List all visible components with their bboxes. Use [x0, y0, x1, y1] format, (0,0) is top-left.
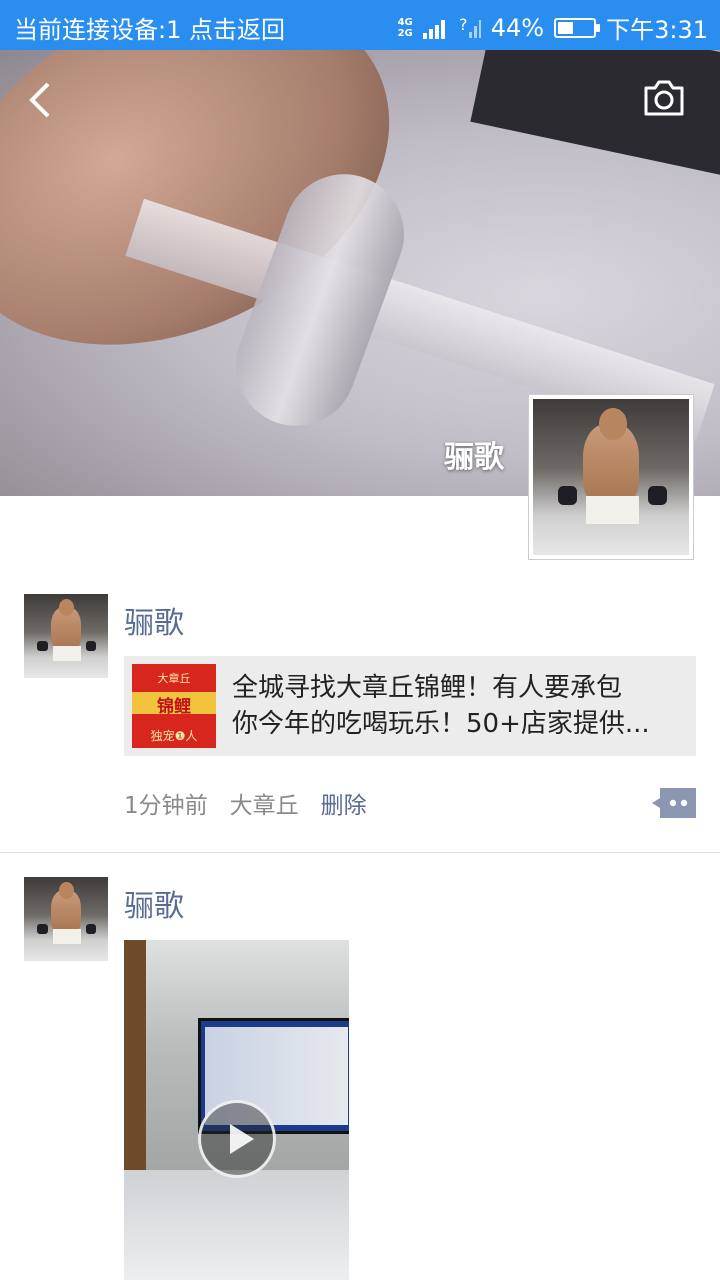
thumbnail-bottom-text: 独宠❶人	[150, 729, 198, 743]
post-meta: 1分钟前 大章丘 删除	[124, 786, 367, 820]
delete-button[interactable]: 删除	[321, 786, 367, 820]
post-author-name[interactable]: 骊歌	[124, 881, 184, 925]
cover-username: 骊歌	[444, 440, 504, 475]
battery-percent: 44%	[490, 13, 545, 42]
connected-devices-return-link[interactable]: 当前连接设备:1 点击返回	[14, 10, 285, 45]
post-author-name[interactable]: 骊歌	[124, 598, 184, 642]
post-avatar[interactable]	[24, 877, 108, 961]
wifi-signal-icon: ?	[459, 16, 481, 38]
thumbnail-top-text: 大章丘	[157, 672, 191, 685]
network-indicator: 4G 2G	[398, 17, 413, 39]
video-thumbnail[interactable]	[124, 940, 349, 1280]
link-title: 全城寻找大章丘锦鲤！有人要承包 你今年的吃喝玩乐！50+店家提供...	[232, 670, 682, 742]
profile-avatar[interactable]	[528, 394, 694, 560]
battery-icon	[554, 17, 601, 38]
shared-link-card[interactable]: 大章丘 锦鲤 独宠❶人 全城寻找大章丘锦鲤！有人要承包 你今年的吃喝玩乐！50+…	[124, 656, 696, 756]
status-icons: 4G 2G ? 44% 下午3:31	[398, 10, 708, 45]
network-2g-label: 2G	[397, 27, 413, 39]
post-divider	[0, 852, 720, 853]
link-thumbnail: 大章丘 锦鲤 独宠❶人	[132, 664, 216, 748]
avatar-image	[533, 399, 689, 555]
post-time: 1分钟前	[124, 793, 208, 819]
clock: 下午3:31	[606, 16, 708, 44]
comment-more-icon[interactable]	[652, 788, 696, 818]
post-avatar[interactable]	[24, 594, 108, 678]
signal-icon	[422, 19, 445, 39]
network-4g-label: 4G	[397, 16, 413, 28]
svg-text:?: ?	[459, 16, 468, 34]
status-bar: 当前连接设备:1 点击返回 4G 2G ? 44% 下午3:31	[0, 0, 720, 50]
battery-fill	[558, 21, 574, 34]
post-location[interactable]: 大章丘	[230, 786, 299, 820]
play-icon[interactable]	[198, 1100, 276, 1178]
link-title-line2: 你今年的吃喝玩乐！50+店家提供...	[232, 709, 650, 739]
link-title-line1: 全城寻找大章丘锦鲤！有人要承包	[232, 673, 623, 703]
thumbnail-main-text: 锦鲤	[157, 697, 191, 717]
back-arrow-icon[interactable]	[22, 78, 62, 122]
camera-icon[interactable]	[642, 78, 686, 118]
